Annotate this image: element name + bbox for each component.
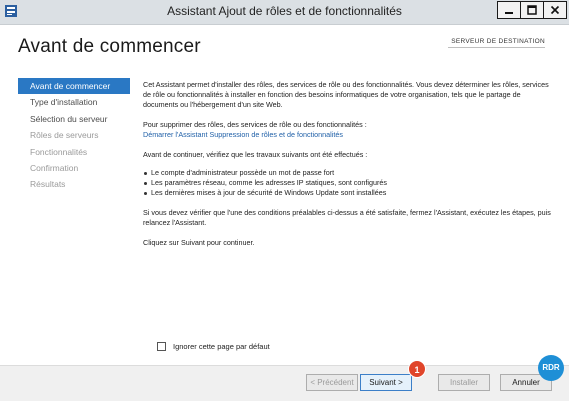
destination-server-label: SERVEUR DE DESTINATION xyxy=(451,38,545,45)
remove-roles-link[interactable]: Démarrer l'Assistant Suppression de rôle… xyxy=(143,130,551,140)
page-title: Avant de commencer xyxy=(18,36,201,57)
destination-divider xyxy=(448,47,545,48)
sidebar-item-selection-serveur[interactable]: Sélection du serveur xyxy=(18,111,130,127)
sidebar-item-fonctionnalites: Fonctionnalités xyxy=(30,146,88,157)
sidebar-item-avant-de-commencer[interactable]: Avant de commencer xyxy=(18,78,130,95)
close-button[interactable] xyxy=(543,1,567,19)
close-icon xyxy=(550,5,560,15)
next-button[interactable]: Suivant > xyxy=(360,374,412,391)
sidebar-item-type-installation[interactable]: Type d'installation xyxy=(18,94,130,110)
remove-roles-text: Pour supprimer des rôles, des services d… xyxy=(143,120,367,129)
install-button[interactable]: Installer xyxy=(438,374,490,391)
maximize-icon xyxy=(527,5,537,15)
sidebar-item-resultats: Résultats xyxy=(30,179,66,190)
window-title: Assistant Ajout de rôles et de fonctionn… xyxy=(167,4,402,18)
step-annotation-badge: 1 xyxy=(408,360,426,378)
list-item: Les paramètres réseau, comme les adresse… xyxy=(143,178,551,188)
maximize-button[interactable] xyxy=(520,1,544,19)
skip-page-label[interactable]: Ignorer cette page par défaut xyxy=(173,342,270,351)
wizard-steps-nav: Avant de commencer Type d'installation S… xyxy=(18,78,130,193)
prerequisites-text: Avant de continuer, vérifiez que les tra… xyxy=(143,150,368,159)
continue-text: Cliquez sur Suivant pour continuer. xyxy=(143,238,255,247)
list-item: Les dernières mises à jour de sécurité d… xyxy=(143,188,551,198)
list-item: Le compte d'administrateur possède un mo… xyxy=(143,168,551,178)
title-bar: Assistant Ajout de rôles et de fonctionn… xyxy=(0,0,569,25)
intro-paragraph: Cet Assistant permet d'installer des rôl… xyxy=(143,80,549,109)
verify-paragraph: Si vous devez vérifier que l'une des con… xyxy=(143,208,551,227)
rdr-watermark-logo: RDR xyxy=(538,355,564,381)
minimize-icon xyxy=(505,12,513,14)
skip-page-checkbox[interactable] xyxy=(157,342,166,351)
prerequisites-list: Le compte d'administrateur possède un mo… xyxy=(143,168,551,198)
minimize-button[interactable] xyxy=(497,1,521,19)
sidebar-item-roles-serveurs: Rôles de serveurs xyxy=(30,130,99,141)
main-content: Cet Assistant permet d'installer des rôl… xyxy=(143,80,551,248)
sidebar-item-confirmation: Confirmation xyxy=(30,162,79,173)
previous-button[interactable]: < Précédent xyxy=(306,374,358,391)
